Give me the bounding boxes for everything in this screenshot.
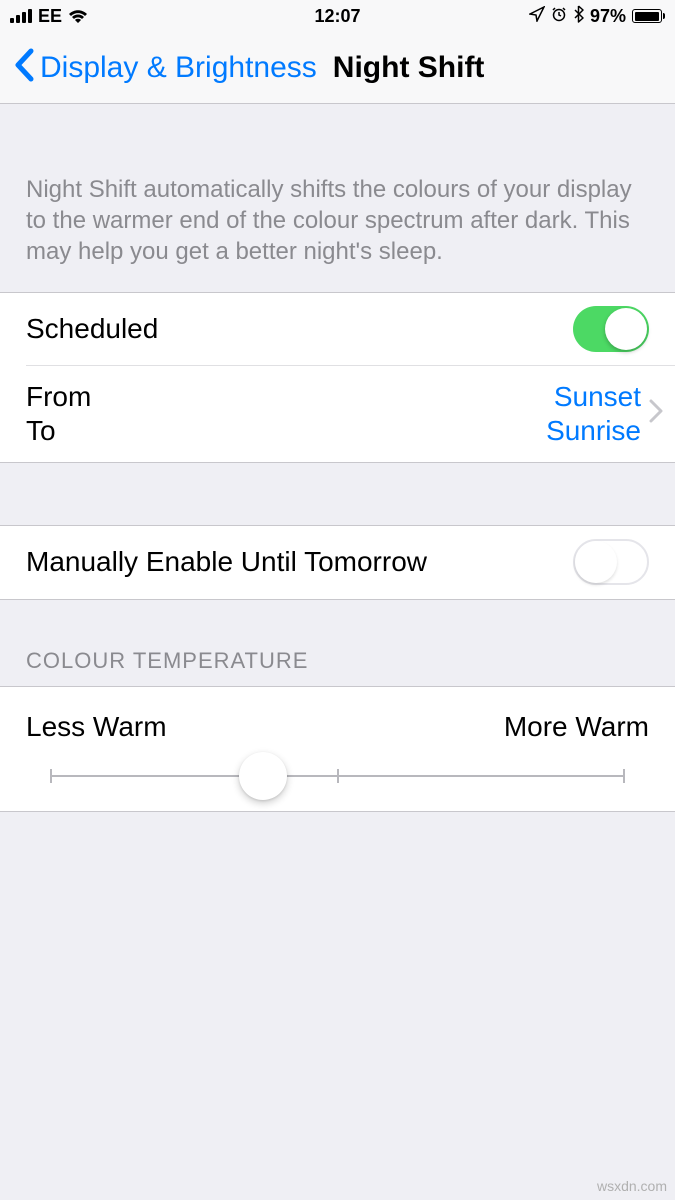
status-left: EE <box>10 6 88 27</box>
schedule-from-to-labels: From To <box>26 381 91 447</box>
slider-thumb-icon[interactable] <box>239 752 287 800</box>
manual-enable-toggle[interactable] <box>573 539 649 585</box>
schedule-from-value: Sunset <box>546 381 641 413</box>
description-text: Night Shift automatically shifts the col… <box>0 104 675 292</box>
scheduled-cell: Scheduled <box>0 293 675 366</box>
signal-icon <box>10 9 32 23</box>
schedule-to-label: To <box>26 415 91 447</box>
less-warm-label: Less Warm <box>26 711 167 743</box>
navigation-bar: Display & Brightness Night Shift <box>0 32 675 104</box>
colour-temperature-header: COLOUR TEMPERATURE <box>0 600 675 686</box>
status-bar: EE 12:07 97% <box>0 0 675 32</box>
alarm-icon <box>551 6 567 27</box>
schedule-values: Sunset Sunrise <box>546 381 641 447</box>
scheduled-group: Scheduled From To Sunset Sunrise <box>0 292 675 463</box>
schedule-from-label: From <box>26 381 91 413</box>
scheduled-label: Scheduled <box>26 313 158 345</box>
colour-temperature-cell: Less Warm More Warm <box>0 686 675 812</box>
temperature-slider[interactable] <box>26 775 649 777</box>
manual-group: Manually Enable Until Tomorrow <box>0 525 675 600</box>
back-button-label[interactable]: Display & Brightness <box>40 51 317 85</box>
watermark: wsxdn.com <box>597 1178 667 1194</box>
more-warm-label: More Warm <box>504 711 649 743</box>
battery-icon <box>632 9 665 23</box>
battery-pct: 97% <box>590 6 626 27</box>
page-title: Night Shift <box>333 51 485 85</box>
location-icon <box>529 6 545 27</box>
manual-enable-label: Manually Enable Until Tomorrow <box>26 546 427 578</box>
carrier-label: EE <box>38 6 62 27</box>
schedule-cell[interactable]: From To Sunset Sunrise <box>0 366 675 462</box>
back-chevron-icon[interactable] <box>14 48 34 87</box>
schedule-to-value: Sunrise <box>546 415 641 447</box>
manual-enable-cell: Manually Enable Until Tomorrow <box>0 526 675 599</box>
bluetooth-icon <box>573 5 584 28</box>
status-right: 97% <box>529 5 665 28</box>
wifi-icon <box>68 9 88 24</box>
status-time: 12:07 <box>314 6 360 27</box>
chevron-right-icon <box>649 399 663 428</box>
scheduled-toggle[interactable] <box>573 306 649 352</box>
